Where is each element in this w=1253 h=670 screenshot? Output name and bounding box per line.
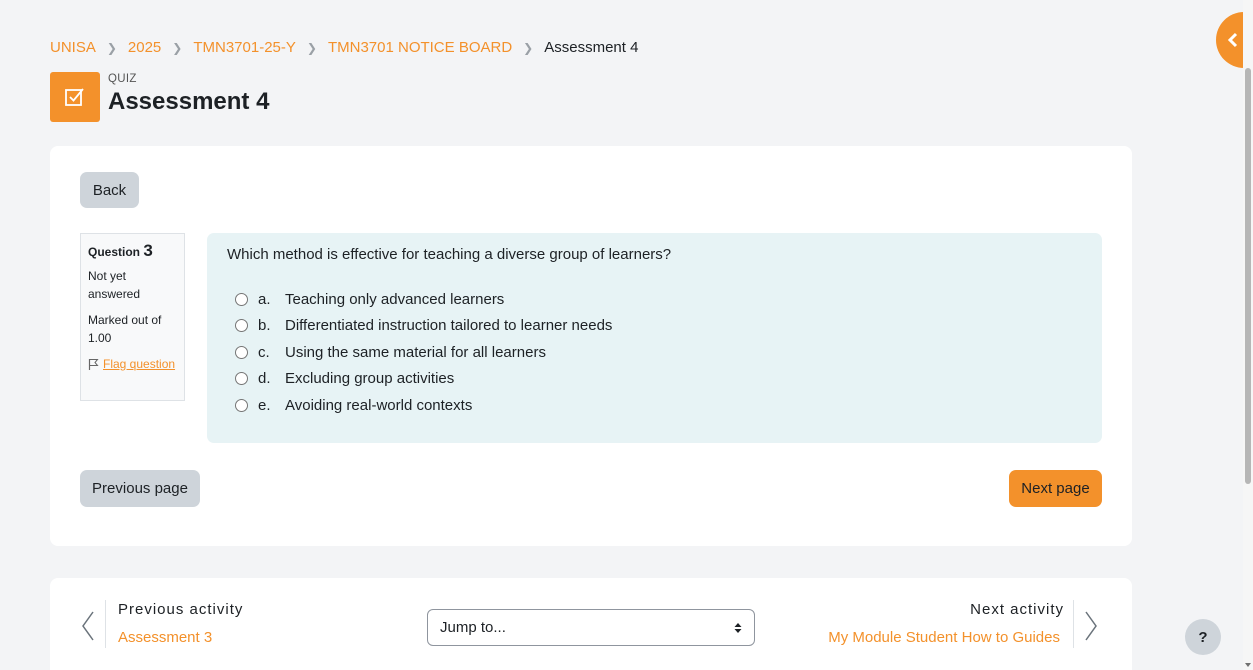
question-label: Question: [88, 245, 141, 259]
answer-letter: a.: [258, 290, 271, 308]
question-state: Not yet answered: [88, 269, 141, 301]
divider: [105, 600, 106, 648]
chevron-right-icon: ❯: [306, 40, 317, 55]
breadcrumb-item-course[interactable]: TMN3701-25-Y: [193, 39, 296, 56]
next-activity-link[interactable]: My Module Student How to Guides: [828, 629, 1060, 646]
answer-letter: e.: [258, 396, 271, 414]
divider: [1073, 600, 1074, 648]
answer-option-a[interactable]: a. Teaching only advanced learners: [227, 286, 1082, 313]
radio-button[interactable]: [235, 292, 248, 306]
breadcrumb: UNISA ❯ 2025 ❯ TMN3701-25-Y ❯ TMN3701 NO…: [50, 39, 638, 56]
question-grade: Marked out of 1.00: [88, 313, 162, 345]
breadcrumb-item-year[interactable]: 2025: [128, 39, 161, 56]
question-number: Question 3: [88, 242, 177, 261]
jump-to-value: Jump to...: [440, 619, 506, 636]
chevron-right-icon: ❯: [106, 40, 117, 55]
scroll-down-arrow-icon[interactable]: [1245, 663, 1251, 667]
previous-activity-link[interactable]: Assessment 3: [118, 629, 212, 646]
jump-to-select[interactable]: Jump to...: [427, 609, 755, 646]
answer-text: Excluding group activities: [285, 370, 455, 388]
answer-letter: c.: [258, 343, 270, 361]
previous-page-button[interactable]: Previous page: [80, 470, 200, 507]
radio-button[interactable]: [235, 398, 248, 412]
next-activity-heading: Next activity: [970, 601, 1064, 618]
breadcrumb-item-unisa[interactable]: UNISA: [50, 39, 96, 56]
select-caret-icon: [734, 622, 742, 633]
answer-text: Using the same material for all learners: [285, 343, 546, 361]
answer-text: Differentiated instruction tailored to l…: [285, 317, 613, 335]
question-text: Which method is effective for teaching a…: [227, 246, 672, 263]
answer-text: Teaching only advanced learners: [285, 290, 505, 308]
help-button[interactable]: ?: [1185, 619, 1221, 655]
breadcrumb-current: Assessment 4: [544, 39, 639, 56]
quiz-activity-icon: [50, 72, 100, 122]
activity-type-label: QUIZ: [108, 73, 137, 85]
question-content: Which method is effective for teaching a…: [207, 233, 1102, 443]
answer-options: a. Teaching only advanced learners b. Di…: [227, 286, 1082, 419]
question-info: Question 3 Not yet answered Marked out o…: [80, 233, 185, 401]
flag-icon: [88, 359, 99, 370]
chevron-right-icon: ❯: [523, 40, 534, 55]
breadcrumb-item-notice-board[interactable]: TMN3701 NOTICE BOARD: [328, 39, 512, 56]
answer-option-d[interactable]: d. Excluding group activities: [227, 366, 1082, 393]
scrollbar-thumb[interactable]: [1245, 68, 1251, 484]
answer-letter: d.: [258, 370, 271, 388]
page-scrollbar[interactable]: [1243, 0, 1253, 670]
chevron-left-icon: [1227, 32, 1238, 48]
flag-question-link[interactable]: Flag question: [103, 355, 175, 373]
answer-option-b[interactable]: b. Differentiated instruction tailored t…: [227, 313, 1082, 340]
next-page-button[interactable]: Next page: [1009, 470, 1102, 507]
activity-navigation: Previous activity Assessment 3 Jump to..…: [50, 578, 1132, 670]
answer-option-c[interactable]: c. Using the same material for all learn…: [227, 339, 1082, 366]
quiz-card: Back Question 3 Not yet answered Marked …: [50, 146, 1132, 546]
question-number-value: 3: [143, 241, 153, 260]
answer-text: Avoiding real-world contexts: [285, 396, 473, 414]
previous-activity-heading: Previous activity: [118, 601, 244, 618]
back-button[interactable]: Back: [80, 172, 139, 208]
answer-letter: b.: [258, 317, 271, 335]
flag-question[interactable]: Flag question: [88, 355, 177, 373]
chevron-right-icon[interactable]: [1083, 610, 1099, 642]
radio-button[interactable]: [235, 345, 248, 359]
checkbox-edit-icon: [65, 88, 84, 106]
chevron-left-icon[interactable]: [80, 610, 96, 642]
chevron-right-icon: ❯: [172, 40, 183, 55]
radio-button[interactable]: [235, 372, 248, 386]
page-title: Assessment 4: [108, 88, 270, 115]
answer-option-e[interactable]: e. Avoiding real-world contexts: [227, 392, 1082, 419]
radio-button[interactable]: [235, 319, 248, 333]
